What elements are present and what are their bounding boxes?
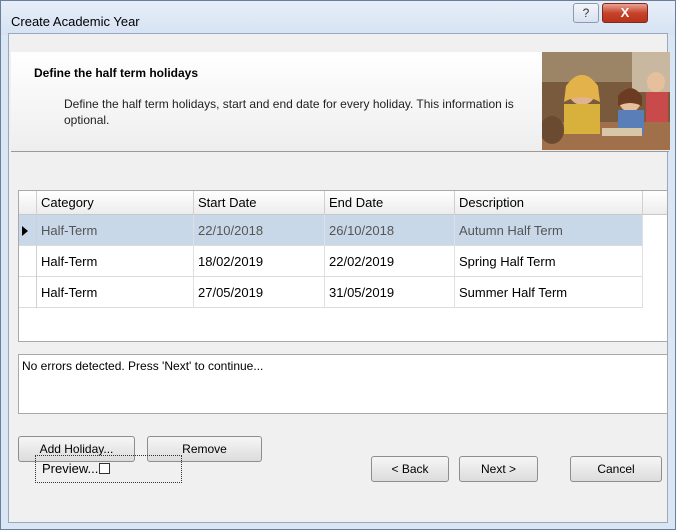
cell-start-date[interactable]: 22/10/2018 (194, 215, 325, 246)
classroom-photo (542, 52, 670, 150)
table-row[interactable]: Half-Term 18/02/2019 22/02/2019 Spring H… (19, 246, 643, 277)
wizard-header: Define the half term holidays Define the… (11, 52, 670, 152)
cell-end-date[interactable]: 31/05/2019 (325, 277, 455, 308)
cell-description[interactable]: Spring Half Term (455, 246, 643, 277)
current-row-arrow-icon (22, 226, 28, 236)
column-header-start-date[interactable]: Start Date (194, 191, 325, 215)
close-button[interactable]: X (602, 3, 648, 23)
cell-category[interactable]: Half-Term (37, 277, 194, 308)
cell-category[interactable]: Half-Term (37, 246, 194, 277)
preview-label: Preview... (42, 461, 99, 476)
cell-end-date[interactable]: 26/10/2018 (325, 215, 455, 246)
cell-end-date[interactable]: 22/02/2019 (325, 246, 455, 277)
row-header[interactable] (19, 246, 37, 277)
validation-message-box: No errors detected. Press 'Next' to cont… (18, 354, 668, 414)
grid-header: Category Start Date End Date Description (19, 191, 667, 215)
back-button[interactable]: < Back (371, 456, 449, 482)
cell-start-date[interactable]: 27/05/2019 (194, 277, 325, 308)
table-row[interactable]: Half-Term 22/10/2018 26/10/2018 Autumn H… (19, 215, 643, 246)
help-button[interactable]: ? (573, 3, 599, 23)
page-title: Define the half term holidays (34, 66, 199, 80)
table-row[interactable]: Half-Term 27/05/2019 31/05/2019 Summer H… (19, 277, 643, 308)
cell-category[interactable]: Half-Term (37, 215, 194, 246)
column-header-description[interactable]: Description (455, 191, 643, 215)
window-title: Create Academic Year (11, 14, 140, 29)
row-header[interactable] (19, 277, 37, 308)
cell-description[interactable]: Summer Half Term (455, 277, 643, 308)
column-header-end-date[interactable]: End Date (325, 191, 455, 215)
holidays-grid[interactable]: Category Start Date End Date Description… (18, 190, 668, 342)
column-header-category[interactable]: Category (37, 191, 194, 215)
cell-description[interactable]: Autumn Half Term (455, 215, 643, 246)
title-bar: Create Academic Year ? X (1, 1, 675, 35)
preview-check-box[interactable] (99, 463, 111, 475)
validation-message: No errors detected. Press 'Next' to cont… (22, 359, 264, 373)
cell-start-date[interactable]: 18/02/2019 (194, 246, 325, 277)
cancel-button[interactable]: Cancel (570, 456, 662, 482)
page-description: Define the half term holidays, start and… (64, 97, 514, 127)
row-header-corner (19, 191, 37, 215)
next-button[interactable]: Next > (459, 456, 538, 482)
row-header[interactable] (19, 215, 37, 246)
preview-checkbox[interactable]: Preview... (35, 455, 182, 483)
